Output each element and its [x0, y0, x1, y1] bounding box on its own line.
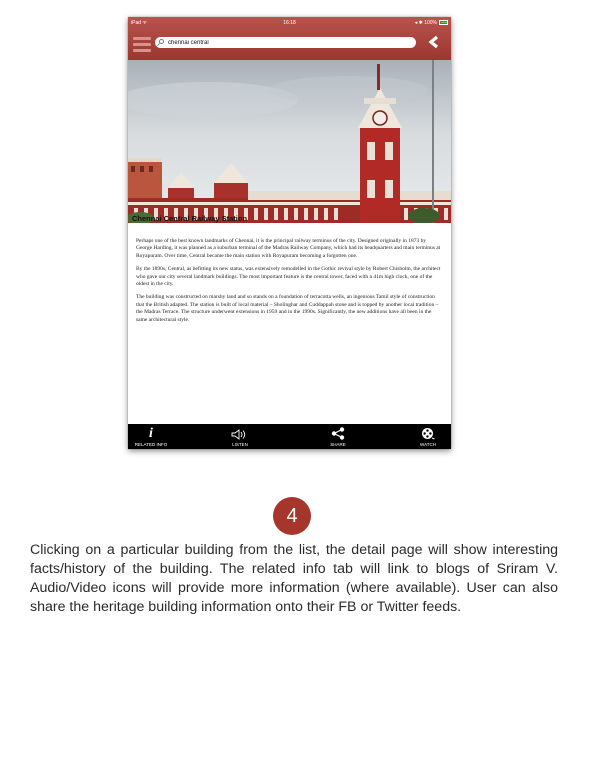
search-bar[interactable] — [155, 37, 416, 48]
status-time: 16:18 — [283, 20, 296, 26]
detail-body: Perhaps one of the best known landmarks … — [136, 238, 441, 330]
page-title: Chennai Central Railway Station — [132, 214, 248, 223]
tab-share[interactable]: SHARE — [318, 424, 358, 449]
battery-icon — [439, 20, 448, 25]
search-icon — [159, 39, 164, 44]
tablet-screenshot: iPad ᯤ 16:18 ◂ ✱ 100% chennai central Ch… — [128, 17, 451, 449]
description-caption: Clicking on a particular building from t… — [30, 542, 558, 615]
detail-paragraph: By the 1890s, Central, as befitting its … — [136, 266, 441, 288]
tab-label: LISTEN — [232, 442, 248, 447]
back-arrow-icon[interactable] — [426, 35, 442, 49]
tab-listen[interactable]: LISTEN — [220, 424, 260, 449]
status-indicators: ◂ ✱ 100% — [414, 20, 437, 26]
bottom-tab-bar: i RELATED INFO LISTEN SHARE WATCH — [128, 424, 451, 449]
app-header: iPad ᯤ 16:18 ◂ ✱ 100% — [128, 17, 451, 60]
detail-paragraph: The building was constructed on marshy l… — [136, 294, 439, 323]
tab-label: WATCH — [420, 442, 436, 447]
status-bar: iPad ᯤ 16:18 ◂ ✱ 100% — [128, 17, 451, 30]
info-icon: i — [149, 426, 153, 441]
building-photo — [128, 60, 451, 224]
tab-related-info[interactable]: i RELATED INFO — [128, 424, 174, 449]
search-input[interactable] — [168, 37, 408, 48]
tab-watch[interactable]: WATCH — [408, 424, 448, 449]
step-number-badge: 4 — [273, 497, 311, 535]
tab-label: SHARE — [330, 442, 346, 447]
detail-paragraph: Perhaps one of the best known landmarks … — [136, 238, 441, 259]
menu-icon[interactable] — [133, 36, 151, 52]
tab-label: RELATED INFO — [134, 442, 168, 447]
